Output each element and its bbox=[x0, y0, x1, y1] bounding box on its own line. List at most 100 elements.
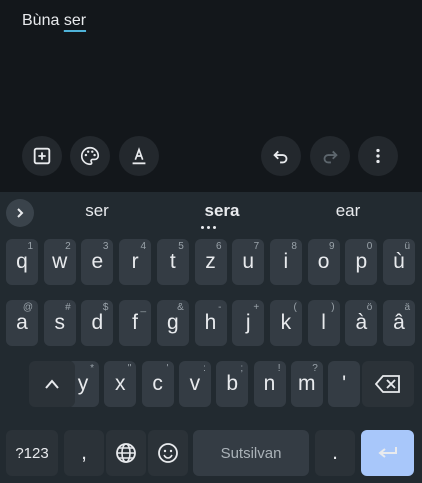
key-label: ' bbox=[342, 372, 347, 395]
suggestion-more-indicator bbox=[201, 226, 221, 230]
letter-key[interactable]: a @ bbox=[6, 300, 38, 346]
key-label: y bbox=[77, 372, 89, 395]
key-hint: ü bbox=[404, 241, 410, 252]
key-label: o bbox=[317, 250, 330, 273]
backspace-key[interactable] bbox=[362, 361, 414, 407]
text-format-icon bbox=[132, 147, 146, 165]
key-hint: 4 bbox=[140, 241, 147, 252]
keyboard: ser sera ear q1w2e3r4t5z6u7i8o9p0ùü a @ s #… bbox=[0, 192, 422, 483]
language-key[interactable] bbox=[106, 430, 146, 476]
period-key[interactable]: . bbox=[315, 430, 355, 476]
key-hint: - bbox=[218, 302, 222, 313]
key-label: z bbox=[205, 250, 216, 273]
note-editor[interactable]: Bùna ser bbox=[0, 0, 422, 192]
redo-button[interactable] bbox=[310, 136, 350, 176]
backspace-icon bbox=[375, 375, 400, 393]
letter-key[interactable]: l) bbox=[307, 300, 340, 346]
key-hint: ? bbox=[312, 363, 318, 374]
key-label: b bbox=[226, 372, 239, 395]
letter-key[interactable]: h- bbox=[194, 300, 227, 346]
key-label: u bbox=[242, 250, 255, 273]
letter-key[interactable]: âä bbox=[383, 300, 415, 346]
key-label: d bbox=[91, 311, 104, 334]
key-label: h bbox=[204, 311, 217, 334]
letter-key[interactable]: r4 bbox=[119, 239, 152, 285]
key-label: r bbox=[131, 250, 139, 273]
letter-key[interactable]: d $ bbox=[81, 300, 114, 346]
emoji-icon bbox=[158, 443, 178, 463]
letter-key[interactable]: ' bbox=[328, 361, 361, 407]
suggestion-bar: ser sera ear bbox=[0, 192, 422, 232]
key-label: s bbox=[54, 311, 65, 334]
key-label: e bbox=[91, 250, 104, 273]
enter-arrow-icon bbox=[377, 447, 397, 458]
expand-toolbar-button[interactable] bbox=[6, 199, 34, 227]
letter-key[interactable]: e3 bbox=[81, 239, 114, 285]
suggestion-2[interactable]: sera bbox=[182, 201, 262, 221]
key-label: f bbox=[132, 311, 139, 334]
key-label: q bbox=[16, 250, 28, 273]
letter-key[interactable]: n! bbox=[253, 361, 286, 407]
key-label: j bbox=[245, 311, 251, 334]
composing-word: ser bbox=[63, 12, 87, 29]
key-label: g bbox=[166, 311, 179, 334]
letter-key[interactable]: m? bbox=[290, 361, 323, 407]
key-hint: ( bbox=[293, 302, 297, 313]
key-hint: ! bbox=[277, 363, 281, 374]
letter-key[interactable]: x " bbox=[104, 361, 137, 407]
suggestion-1[interactable]: ser bbox=[57, 201, 137, 221]
key-hint: ä bbox=[404, 302, 410, 313]
key-hint: _ bbox=[140, 302, 147, 313]
suggestion-3[interactable]: ear bbox=[308, 201, 388, 221]
symbols-key[interactable]: ?123 bbox=[6, 430, 58, 476]
letter-key[interactable]: ùü bbox=[383, 239, 415, 285]
key-hint: 8 bbox=[291, 241, 297, 252]
note-text[interactable]: Bùna ser bbox=[22, 12, 86, 30]
letter-key[interactable]: àö bbox=[345, 300, 378, 346]
letter-key[interactable]: v: bbox=[178, 361, 211, 407]
key-hint: $ bbox=[102, 302, 109, 313]
more-options-button[interactable] bbox=[358, 136, 398, 176]
letter-key[interactable]: f _ bbox=[119, 300, 152, 346]
enter-key[interactable] bbox=[361, 430, 414, 476]
undo-button[interactable] bbox=[261, 136, 301, 176]
add-box-icon bbox=[33, 147, 51, 165]
key-label: w bbox=[52, 250, 68, 273]
letter-key[interactable]: z6 bbox=[194, 239, 227, 285]
key-hint: 6 bbox=[215, 241, 222, 252]
space-key[interactable]: Sutsilvan bbox=[193, 430, 309, 476]
letter-key[interactable]: b; bbox=[216, 361, 249, 407]
text-format-button[interactable] bbox=[119, 136, 159, 176]
comma-key[interactable]: , bbox=[64, 430, 104, 476]
shift-key[interactable] bbox=[29, 361, 75, 407]
key-label: m bbox=[298, 372, 316, 395]
letter-key[interactable]: q1 bbox=[6, 239, 38, 285]
undo-icon bbox=[273, 150, 288, 164]
key-label: x bbox=[115, 372, 126, 395]
key-hint: ' bbox=[166, 363, 169, 374]
letter-key[interactable]: c ' bbox=[141, 361, 174, 407]
letter-key[interactable]: u7 bbox=[232, 239, 265, 285]
add-content-button[interactable] bbox=[22, 136, 62, 176]
key-label: i bbox=[283, 250, 289, 273]
key-label: t bbox=[169, 250, 176, 273]
key-hint: 5 bbox=[178, 241, 184, 252]
letter-key[interactable]: t5 bbox=[156, 239, 189, 285]
key-label: v bbox=[189, 372, 201, 395]
letter-key[interactable]: w2 bbox=[43, 239, 76, 285]
note-text-prefix: Bùna bbox=[22, 12, 64, 29]
key-hint: 0 bbox=[366, 241, 373, 252]
redo-icon bbox=[323, 150, 338, 164]
letter-key[interactable]: j + bbox=[232, 300, 265, 346]
letter-key[interactable]: g & bbox=[156, 300, 189, 346]
background-options-button[interactable] bbox=[70, 136, 110, 176]
letter-key[interactable]: s # bbox=[43, 300, 76, 346]
letter-key[interactable]: o9 bbox=[307, 239, 340, 285]
key-hint: ; bbox=[240, 363, 244, 374]
shift-arrow-icon bbox=[45, 379, 59, 389]
more-vert-icon bbox=[376, 148, 380, 164]
letter-key[interactable]: k( bbox=[269, 300, 302, 346]
letter-key[interactable]: p0 bbox=[345, 239, 378, 285]
emoji-key[interactable] bbox=[148, 430, 188, 476]
letter-key[interactable]: i8 bbox=[269, 239, 302, 285]
